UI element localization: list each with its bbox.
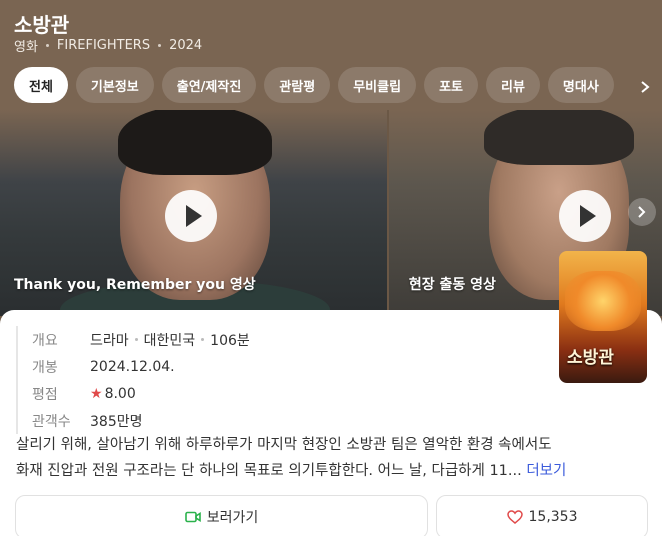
video-camera-icon	[184, 511, 201, 523]
tab-bar: 전체 기본정보 출연/제작진 관람평 무비클립 포토 리뷰 명대사	[14, 67, 614, 103]
carousel-next-button[interactable]	[628, 198, 656, 226]
synopsis-line: 화재 진압과 전원 구조라는 단 하나의 목표로 의기투합한다. 어느 날, 다…	[16, 458, 648, 484]
info-row-rating: 평점 ★ 8.00	[32, 380, 250, 407]
separator-dot	[134, 338, 138, 341]
tab-photos[interactable]: 포토	[424, 67, 478, 103]
rating-value[interactable]: ★ 8.00	[90, 386, 136, 402]
runtime: 106분	[210, 332, 250, 349]
chevron-right-icon	[638, 206, 646, 218]
star-icon: ★	[90, 385, 103, 402]
like-count: 15,353	[528, 509, 578, 525]
info-row-overview: 개요 드라마 대한민국 106분	[32, 326, 250, 353]
separator-dot	[45, 44, 49, 47]
video-title: Thank you, Remember you 영상	[14, 277, 256, 293]
release-label: 개봉	[32, 359, 58, 376]
more-link[interactable]: 더보기	[526, 463, 566, 479]
play-icon[interactable]	[558, 190, 611, 242]
overview-value: 드라마 대한민국 106분	[90, 330, 250, 350]
tab-quotes[interactable]: 명대사	[547, 67, 614, 103]
synopsis-line: 살리기 위해, 살아남기 위해 하루하루가 마지막 현장인 소방관 팀은 열악한…	[16, 437, 552, 453]
separator-dot	[201, 338, 205, 341]
separator-dot	[158, 44, 162, 47]
tab-reviews-ratings[interactable]: 관람평	[264, 67, 331, 103]
info-row-audience: 관객수 385만명	[32, 407, 250, 434]
poster-title: 소방관	[567, 348, 614, 368]
rating-label: 평점	[32, 386, 58, 403]
video-card[interactable]: Thank you, Remember you 영상	[0, 110, 387, 316]
action-buttons: 보러가기 15,353	[15, 495, 648, 536]
watch-button-label: 보러가기	[206, 510, 259, 526]
video-thumbnail-hair	[118, 110, 272, 175]
tab-basic-info[interactable]: 기본정보	[75, 67, 154, 103]
poster-artwork	[565, 271, 641, 331]
category-label: 영화	[14, 40, 38, 55]
tab-all[interactable]: 전체	[14, 67, 68, 103]
tab-cast-crew[interactable]: 출연/제작진	[161, 67, 257, 103]
release-year: 2024	[169, 38, 203, 53]
overview-label: 개요	[32, 332, 58, 349]
country-link[interactable]: 대한민국	[144, 330, 196, 350]
genre-link[interactable]: 드라마	[90, 330, 129, 350]
rating-number: 8.00	[104, 385, 136, 402]
tab-movie-clips[interactable]: 무비클립	[338, 67, 417, 103]
synopsis-line-text: 화재 진압과 전원 구조라는 단 하나의 목표로 의기투합한다. 어느 날, 다…	[16, 463, 522, 479]
info-table: 개요 드라마 대한민국 106분 개봉 2024.12.04. 평점 ★ 8.0…	[16, 326, 250, 434]
heart-icon	[506, 510, 523, 524]
movie-subline: 영화 FIREFIGHTERS 2024	[14, 36, 202, 55]
video-thumbnail-hair	[483, 110, 634, 165]
video-title: 현장 출동 영상	[408, 277, 496, 293]
movie-poster[interactable]: 소방관	[559, 251, 647, 383]
play-icon[interactable]	[165, 190, 217, 242]
watch-button[interactable]: 보러가기	[15, 495, 428, 536]
synopsis: 살리기 위해, 살아남기 위해 하루하루가 마지막 현장인 소방관 팀은 열악한…	[16, 432, 648, 484]
english-title: FIREFIGHTERS	[56, 38, 151, 53]
like-button[interactable]: 15,353	[436, 495, 648, 536]
tab-reviews[interactable]: 리뷰	[485, 67, 540, 103]
chevron-right-icon[interactable]	[638, 80, 652, 94]
info-row-release: 개봉 2024.12.04.	[32, 353, 250, 380]
release-date: 2024.12.04.	[90, 358, 175, 375]
audience-label: 관객수	[32, 413, 71, 430]
movie-title: 소방관	[14, 13, 70, 37]
audience-count: 385만명	[90, 413, 143, 430]
